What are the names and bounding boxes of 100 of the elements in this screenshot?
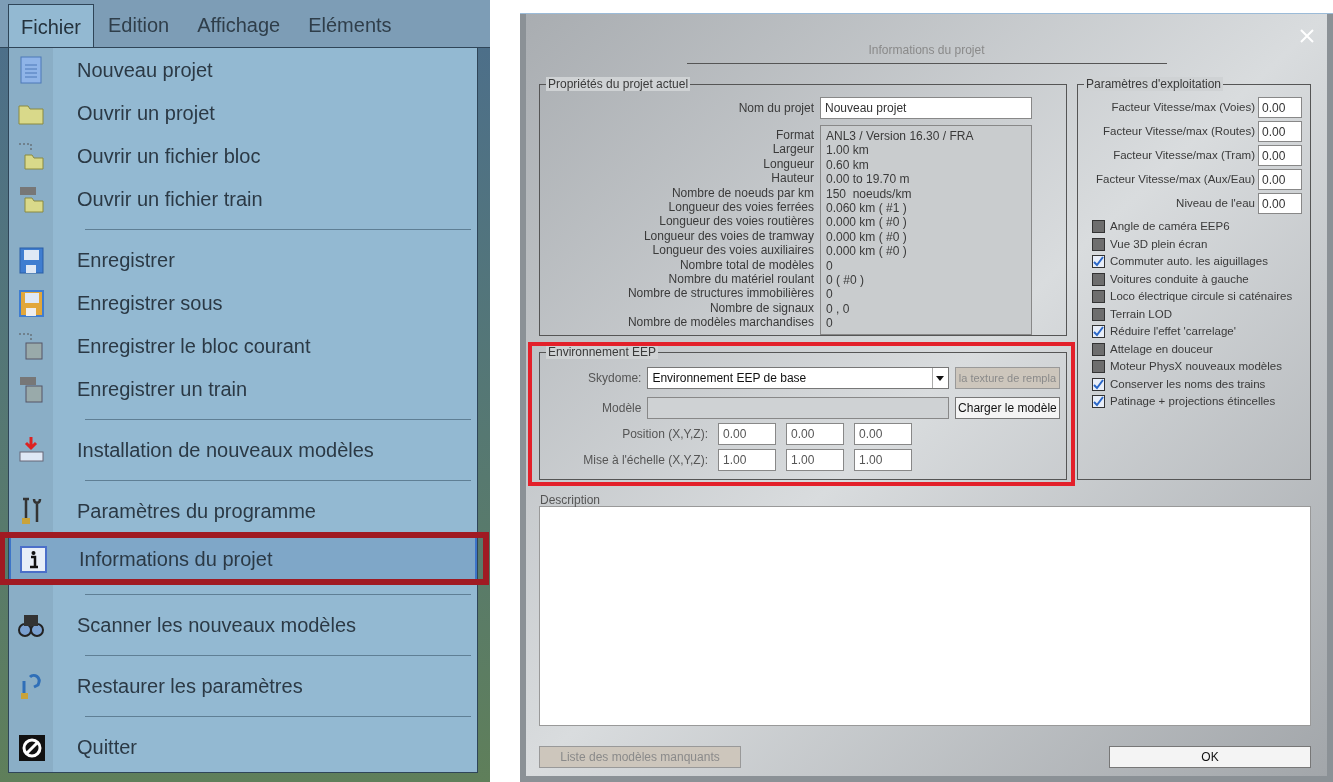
info-value: 0 ( #0 ) xyxy=(826,273,865,288)
checkbox-label: Attelage en douceur xyxy=(1110,341,1213,357)
field-label: Modèle xyxy=(601,400,642,417)
number-field[interactable]: 0.00 xyxy=(1258,169,1302,190)
checkbox-label: Voitures conduite à gauche xyxy=(1110,271,1249,287)
info-value: 0 xyxy=(826,258,834,274)
menu-item[interactable]: Paramètres du programme xyxy=(9,489,477,532)
menu-item[interactable]: Ouvrir un fichier train xyxy=(9,177,477,220)
info-label: Nombre de signaux xyxy=(709,300,814,316)
checkbox-label: Moteur PhysX nouveaux modèles xyxy=(1110,359,1282,375)
checkbox-label: Commuter auto. les aiguillages xyxy=(1110,254,1268,270)
info-label: Longueur des voies ferrées xyxy=(668,200,814,215)
menu-item[interactable]: Enregistrer xyxy=(9,238,477,281)
number-field[interactable]: 0.00 xyxy=(718,423,776,445)
info-value: 0 xyxy=(826,287,834,302)
info-label: Hauteur xyxy=(771,171,814,186)
download-tray-icon xyxy=(16,434,46,465)
info-value: 0.060 km ( #1 ) xyxy=(826,201,908,216)
checkbox-label: Loco électrique circule si caténaires xyxy=(1110,289,1293,305)
menu-tab[interactable]: Edition xyxy=(94,3,184,47)
field-label: Nom du projet xyxy=(738,100,814,117)
menu-item[interactable]: Ouvrir un projet xyxy=(9,91,477,134)
checkbox-label: Réduire l'effet 'carrelage' xyxy=(1110,324,1236,340)
button[interactable]: Charger le modèle xyxy=(954,397,1060,419)
info-label: Nombre de structures immobilières xyxy=(627,286,814,301)
menu-tab[interactable]: Affichage xyxy=(183,3,295,47)
info-label: Largeur xyxy=(772,142,814,157)
menu-item[interactable]: Quitter xyxy=(9,725,477,768)
checkbox[interactable] xyxy=(1092,377,1105,391)
menu-tab[interactable]: Fichier xyxy=(8,4,94,48)
info-value: 0.60 km xyxy=(826,157,870,173)
number-field[interactable]: 0.00 xyxy=(1258,121,1302,142)
folder-icon xyxy=(16,140,46,171)
menu-item[interactable]: Enregistrer un train xyxy=(9,367,477,410)
checkbox[interactable] xyxy=(1092,272,1105,286)
info-value: 1.00 km xyxy=(826,143,870,158)
menu-tab[interactable]: Eléments xyxy=(294,3,406,47)
menu-item[interactable]: Enregistrer sous xyxy=(9,281,477,324)
number-field[interactable]: 0.00 xyxy=(1258,97,1302,118)
info-label: Nombre du matériel roulant xyxy=(668,272,814,287)
project-name-field[interactable]: Nouveau projet xyxy=(820,97,1032,119)
checkbox[interactable] xyxy=(1092,220,1105,234)
field-label: Description xyxy=(540,493,601,507)
info-value: 0 xyxy=(826,316,834,331)
info-icon xyxy=(18,543,48,574)
button[interactable]: OK xyxy=(1109,746,1311,768)
menu-item[interactable]: Scanner les nouveaux modèles xyxy=(9,603,477,646)
info-value: 150 noeuds/km xyxy=(826,186,913,202)
field-label: Skydome: xyxy=(587,370,642,387)
info-label: Format xyxy=(776,128,814,143)
info-value: 0.000 km ( #0 ) xyxy=(826,215,908,230)
dialog-title: Informations du projet xyxy=(686,41,1167,64)
checkbox[interactable] xyxy=(1092,307,1105,321)
skydome-dropdown[interactable]: Environnement EEP de base xyxy=(647,367,949,389)
info-value: 0.000 km ( #0 ) xyxy=(826,244,908,259)
menu-item[interactable]: Restaurer les paramètres xyxy=(9,664,477,707)
checkbox[interactable] xyxy=(1092,325,1105,339)
checkbox[interactable] xyxy=(1092,342,1105,356)
number-field[interactable]: 1.00 xyxy=(718,449,776,471)
group-title: Propriétés du projet actuel xyxy=(546,77,691,91)
model-field[interactable] xyxy=(647,397,949,419)
close-icon xyxy=(1299,28,1315,44)
checkbox-label: Patinage + projections étincelles xyxy=(1110,394,1276,410)
number-field[interactable]: 1.00 xyxy=(786,449,844,471)
number-field[interactable]: 0.00 xyxy=(1258,193,1302,214)
checkbox[interactable] xyxy=(1092,255,1105,269)
checkbox[interactable] xyxy=(1092,360,1105,374)
field-label: Facteur Vitesse/max (Tram) xyxy=(1113,147,1255,163)
caret-icon xyxy=(936,375,945,381)
info-label: Nombre de noeuds par km xyxy=(671,185,814,201)
field-label: Mise à l'échelle (X,Y,Z): xyxy=(582,452,708,469)
field-label: Position (X,Y,Z): xyxy=(621,426,708,443)
field-label: Facteur Vitesse/max (Aux/Eau) xyxy=(1096,171,1255,187)
info-label: Longueur xyxy=(763,156,814,172)
checkbox-label: Terrain LOD xyxy=(1110,306,1172,322)
checkbox[interactable] xyxy=(1092,290,1105,304)
info-label: Nombre total de modèles xyxy=(679,257,814,273)
checkbox[interactable] xyxy=(1092,395,1105,409)
checkbox-label: Vue 3D plein écran xyxy=(1110,236,1208,252)
menu-item[interactable]: Nouveau projet xyxy=(9,48,477,91)
number-field[interactable]: 1.00 xyxy=(854,449,912,471)
menu-item[interactable]: Enregistrer le bloc courant xyxy=(9,324,477,367)
number-field[interactable]: 0.00 xyxy=(1258,145,1302,166)
menu-item[interactable]: Installation de nouveaux modèles xyxy=(9,428,477,471)
field-label: Facteur Vitesse/max (Voies) xyxy=(1111,99,1255,115)
info-label: Nombre de modèles marchandises xyxy=(627,315,814,330)
menu-item[interactable]: Ouvrir un fichier bloc xyxy=(9,134,477,177)
field-label: Facteur Vitesse/max (Routes) xyxy=(1103,123,1255,139)
menu-item[interactable]: Informations du projet xyxy=(9,537,477,580)
info-label: Longueur des voies routières xyxy=(659,214,814,229)
number-field[interactable]: 0.00 xyxy=(854,423,912,445)
field-label: Niveau de l'eau xyxy=(1176,195,1255,211)
checkbox[interactable] xyxy=(1092,237,1105,251)
info-value: 0.00 to 19.70 m xyxy=(826,172,911,187)
checkbox-label: Conserver les noms des trains xyxy=(1110,376,1266,392)
description-field[interactable] xyxy=(539,506,1311,726)
info-value: ANL3 / Version 16.30 / FRA xyxy=(826,129,975,144)
group-title: Paramètres d'exploitation xyxy=(1084,77,1224,91)
number-field[interactable]: 0.00 xyxy=(786,423,844,445)
info-label: Longueur des voies auxiliaires xyxy=(652,243,814,258)
